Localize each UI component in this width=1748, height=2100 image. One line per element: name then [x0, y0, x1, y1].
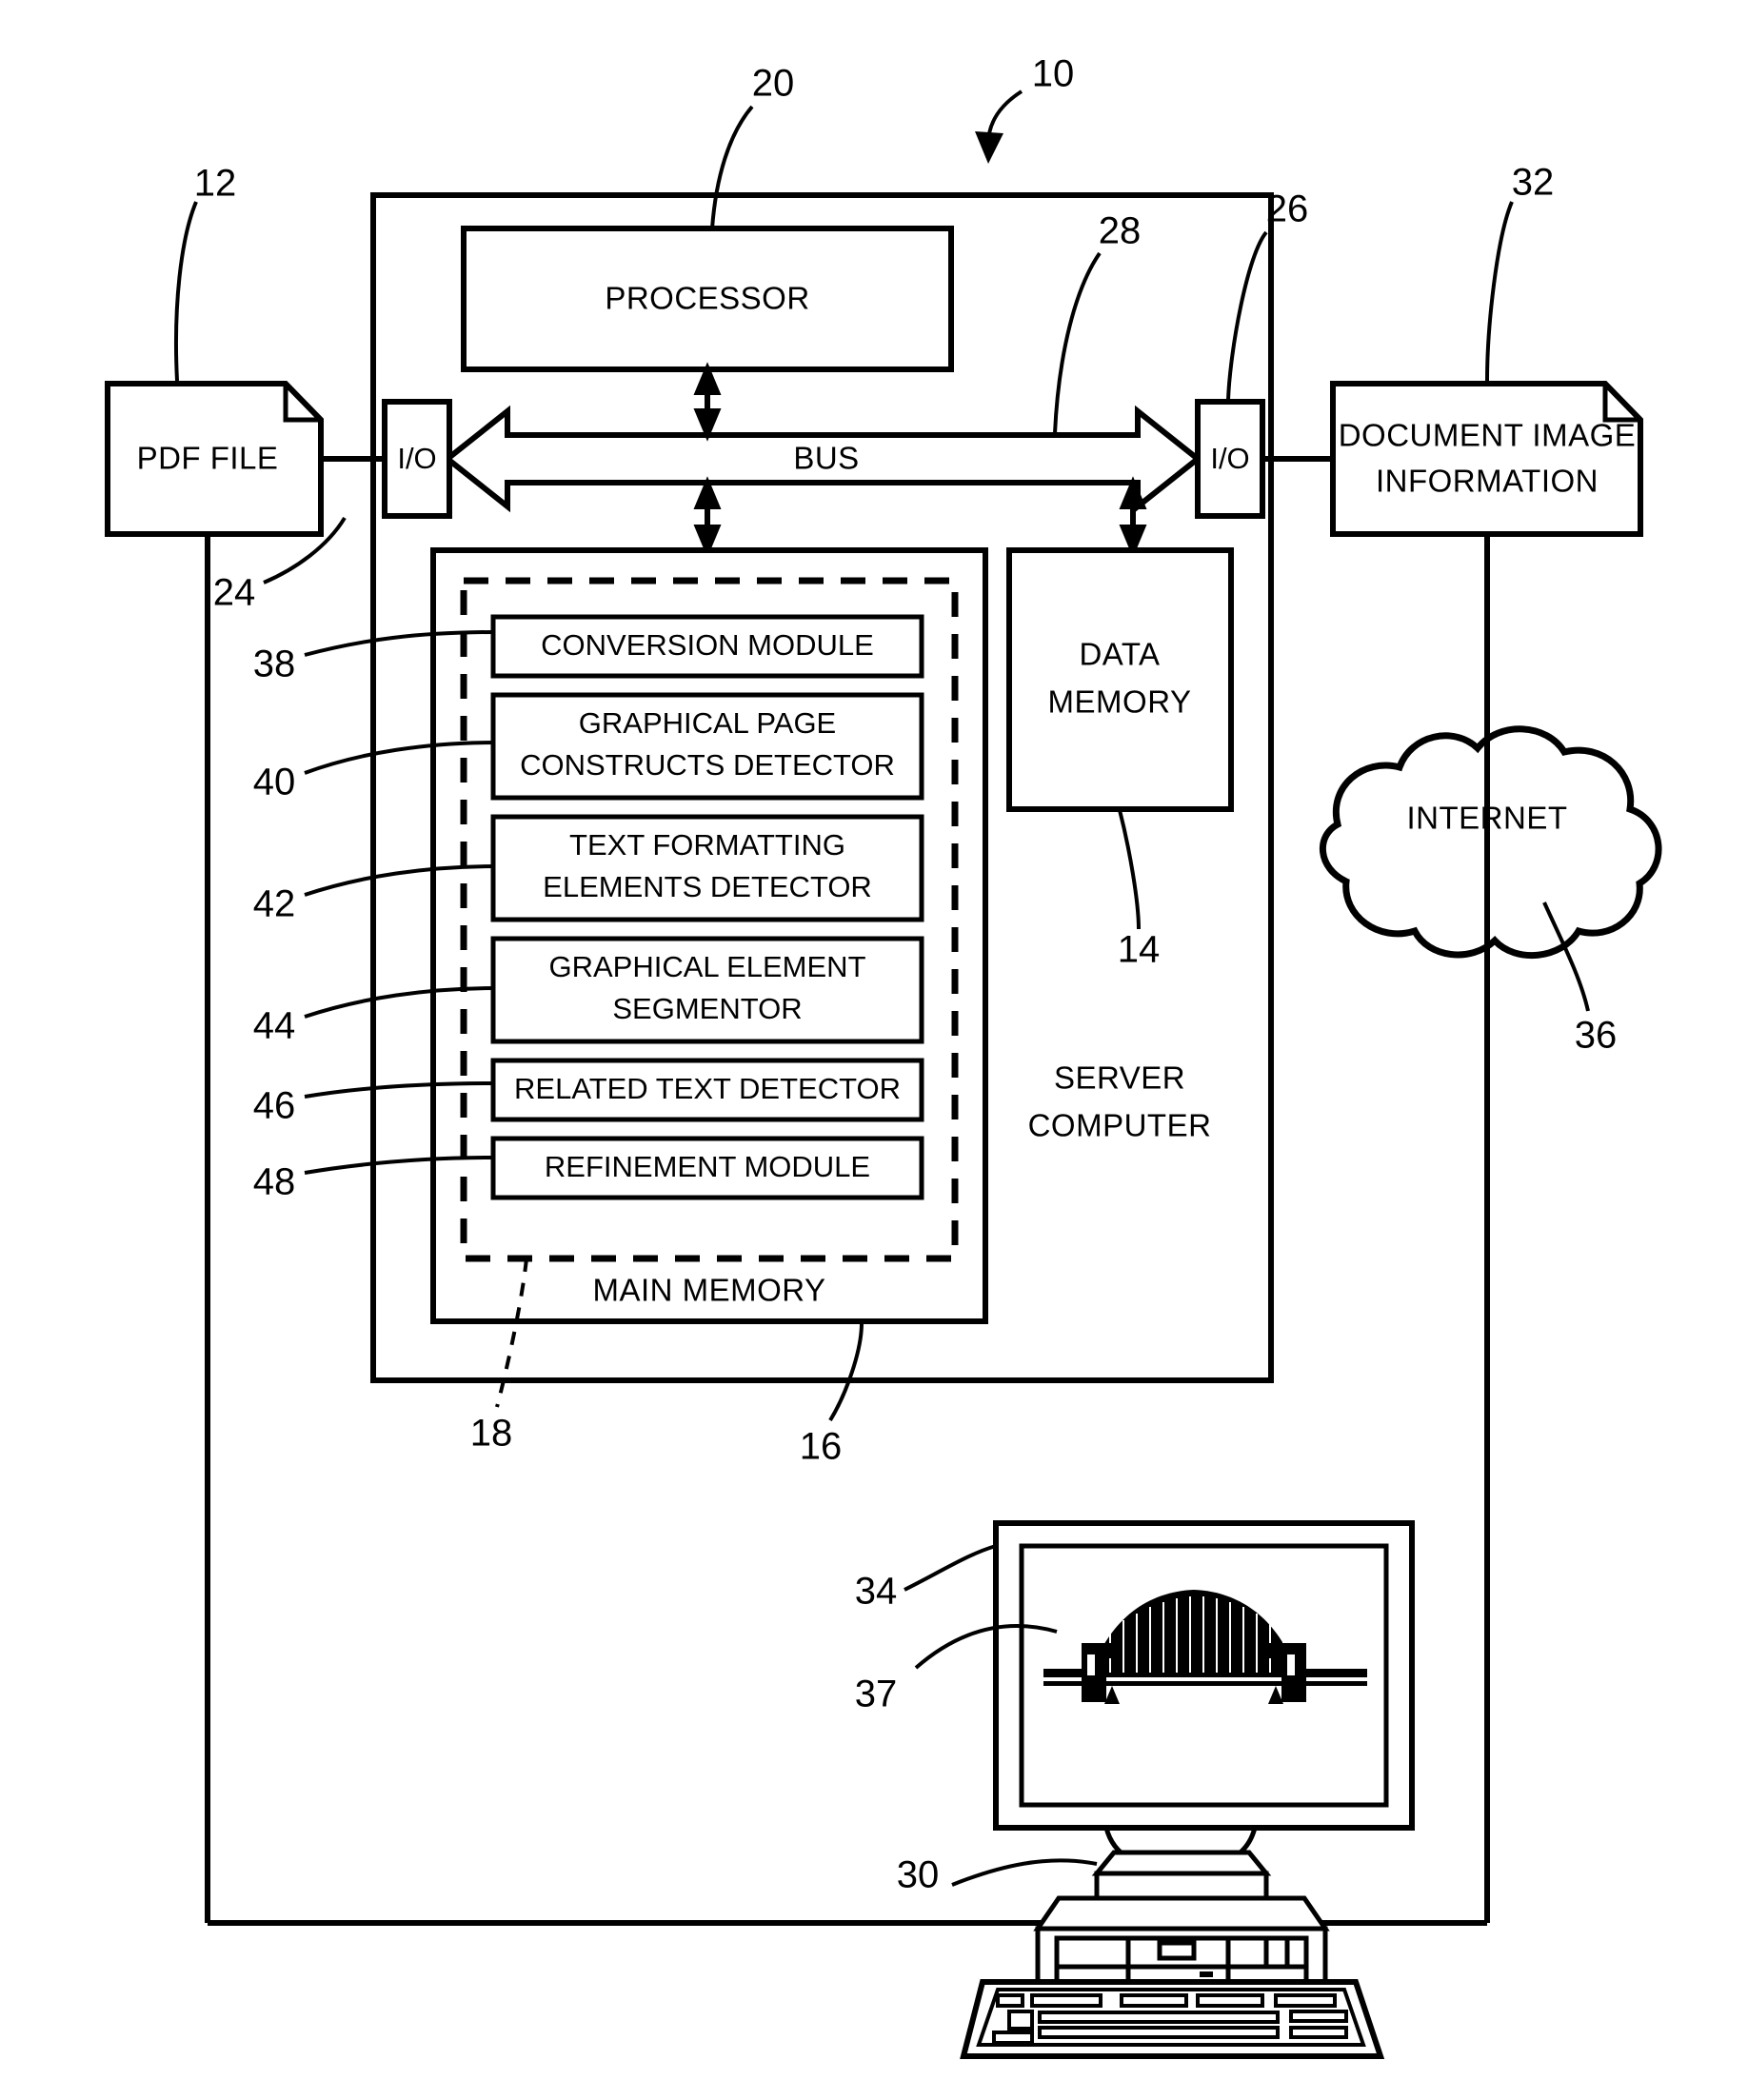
server-computer-line1: SERVER	[1054, 1060, 1185, 1096]
module-label-46: RELATED TEXT DETECTOR	[514, 1072, 901, 1105]
processor-label: PROCESSOR	[605, 281, 809, 316]
io-left-label: I/O	[397, 442, 436, 475]
ref-18: 18	[470, 1413, 513, 1455]
tower-top-slab	[1094, 1871, 1269, 1901]
data-memory-line2: MEMORY	[1048, 684, 1192, 720]
ref-14: 14	[1118, 929, 1161, 971]
module-label-44-line2: SEGMENTOR	[612, 992, 802, 1025]
ref-24: 24	[213, 572, 256, 614]
ref-46: 46	[253, 1085, 296, 1127]
ref-30: 30	[897, 1854, 940, 1896]
ref-26: 26	[1266, 188, 1309, 230]
internet-cloud-shape	[1320, 725, 1662, 960]
tower-led	[1200, 1971, 1213, 1977]
data-memory-box	[1006, 547, 1234, 812]
ref-48: 48	[253, 1161, 296, 1203]
patent-figure-page: PROCESSOR BUS I/O I/O PDF FILE DOCUMENT …	[0, 0, 1748, 2100]
module-label-38: CONVERSION MODULE	[541, 628, 874, 662]
ref-37: 37	[855, 1674, 898, 1715]
tower-body-top	[1033, 1895, 1330, 1932]
ref-10: 10	[1032, 53, 1075, 95]
document-image-information-line2: INFORMATION	[1376, 464, 1599, 499]
data-memory-line1: DATA	[1079, 637, 1160, 672]
io-right-label: I/O	[1210, 442, 1249, 475]
ref-34: 34	[855, 1571, 898, 1613]
ref-42: 42	[253, 883, 296, 925]
document-image-information-line1: DOCUMENT IMAGE	[1339, 418, 1637, 453]
tower-top-plate	[1091, 1850, 1272, 1876]
module-label-44-line1: GRAPHICAL ELEMENT	[548, 950, 865, 983]
ref-38: 38	[253, 644, 296, 685]
module-label-40-line2: CONSTRUCTS DETECTOR	[520, 748, 895, 782]
document-image-information-shape	[1330, 381, 1643, 537]
ref-16: 16	[800, 1426, 843, 1468]
module-label-42-line2: ELEMENTS DETECTOR	[543, 870, 872, 903]
figure-canvas: PROCESSOR BUS I/O I/O PDF FILE DOCUMENT …	[105, 53, 1662, 2059]
module-label-42-line1: TEXT FORMATTING	[569, 828, 845, 862]
server-computer-line2: COMPUTER	[1028, 1108, 1212, 1143]
ref-28: 28	[1099, 210, 1142, 252]
bus-label: BUS	[793, 441, 859, 476]
main-memory-label: MAIN MEMORY	[592, 1273, 825, 1308]
module-label-40-line1: GRAPHICAL PAGE	[579, 706, 836, 740]
ref-10-arrowhead	[975, 131, 1003, 164]
ref-32: 32	[1512, 162, 1555, 204]
ref-44: 44	[253, 1005, 296, 1047]
ref-40: 40	[253, 762, 296, 803]
ref-12: 12	[194, 163, 237, 205]
pdf-file-label: PDF FILE	[137, 441, 279, 476]
ref-20: 20	[752, 63, 795, 105]
module-label-48: REFINEMENT MODULE	[545, 1150, 870, 1183]
ref-36: 36	[1575, 1015, 1618, 1057]
